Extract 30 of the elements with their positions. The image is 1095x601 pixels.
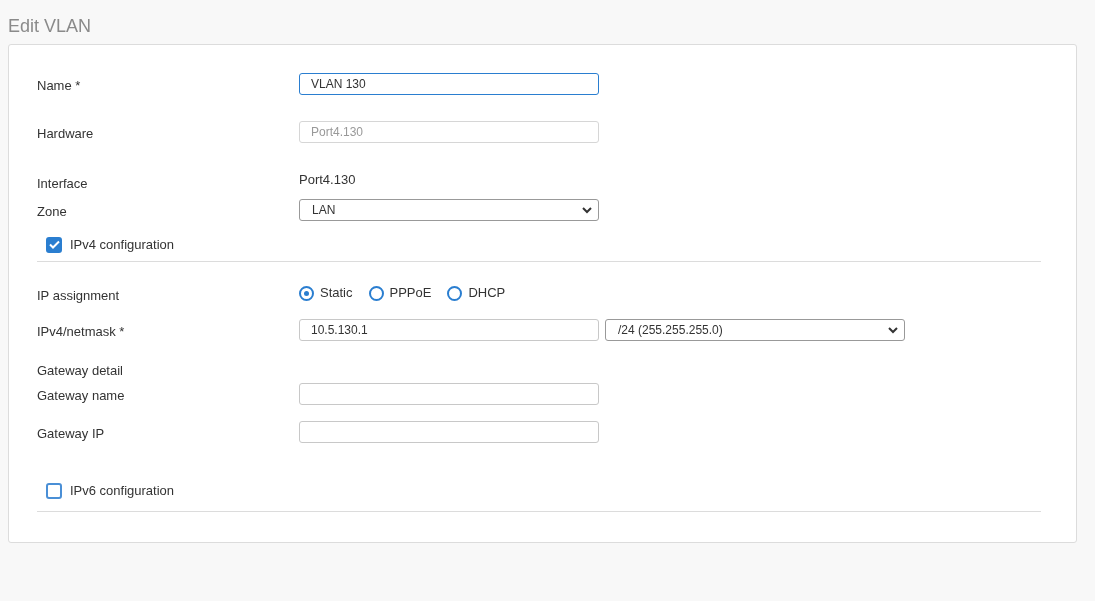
- field-label: Gateway IP: [37, 426, 105, 441]
- text-field[interactable]: [299, 421, 599, 443]
- field-label: IPv4/netmask *: [37, 324, 125, 339]
- radio-label: DHCP: [468, 284, 506, 303]
- radio-label: Static: [320, 284, 353, 303]
- field-label: Hardware: [37, 126, 94, 141]
- dropdown[interactable]: LAN: [299, 199, 599, 221]
- interface-value: Port4.130: [299, 171, 356, 189]
- caret-icon: [582, 206, 592, 214]
- radio-button[interactable]: [299, 285, 314, 301]
- caret-icon: [888, 326, 898, 334]
- dropdown[interactable]: /24 (255.255.255.0): [605, 319, 905, 341]
- field-label: Interface: [37, 176, 88, 191]
- section-label: Gateway detail: [37, 363, 123, 378]
- field-label: IP assignment: [37, 288, 120, 303]
- radio-label: PPPoE: [389, 284, 432, 303]
- field-label: Zone: [37, 204, 67, 219]
- field-label: Gateway name: [37, 388, 125, 403]
- text-field[interactable]: 10.5.130.1: [299, 319, 599, 341]
- radio-button[interactable]: [447, 285, 463, 301]
- page-title: Edit VLAN: [8, 15, 93, 38]
- checkbox[interactable]: [46, 482, 62, 499]
- checkmark-icon: [48, 240, 60, 250]
- checkbox-label: IPv4 configuration: [70, 236, 175, 254]
- text-field[interactable]: VLAN 130: [299, 73, 599, 95]
- field-label: Name *: [37, 78, 81, 93]
- text-field[interactable]: [299, 383, 599, 405]
- checkbox[interactable]: [46, 236, 62, 253]
- radio-button[interactable]: [368, 285, 384, 301]
- checkbox-label: IPv6 configuration: [70, 482, 175, 500]
